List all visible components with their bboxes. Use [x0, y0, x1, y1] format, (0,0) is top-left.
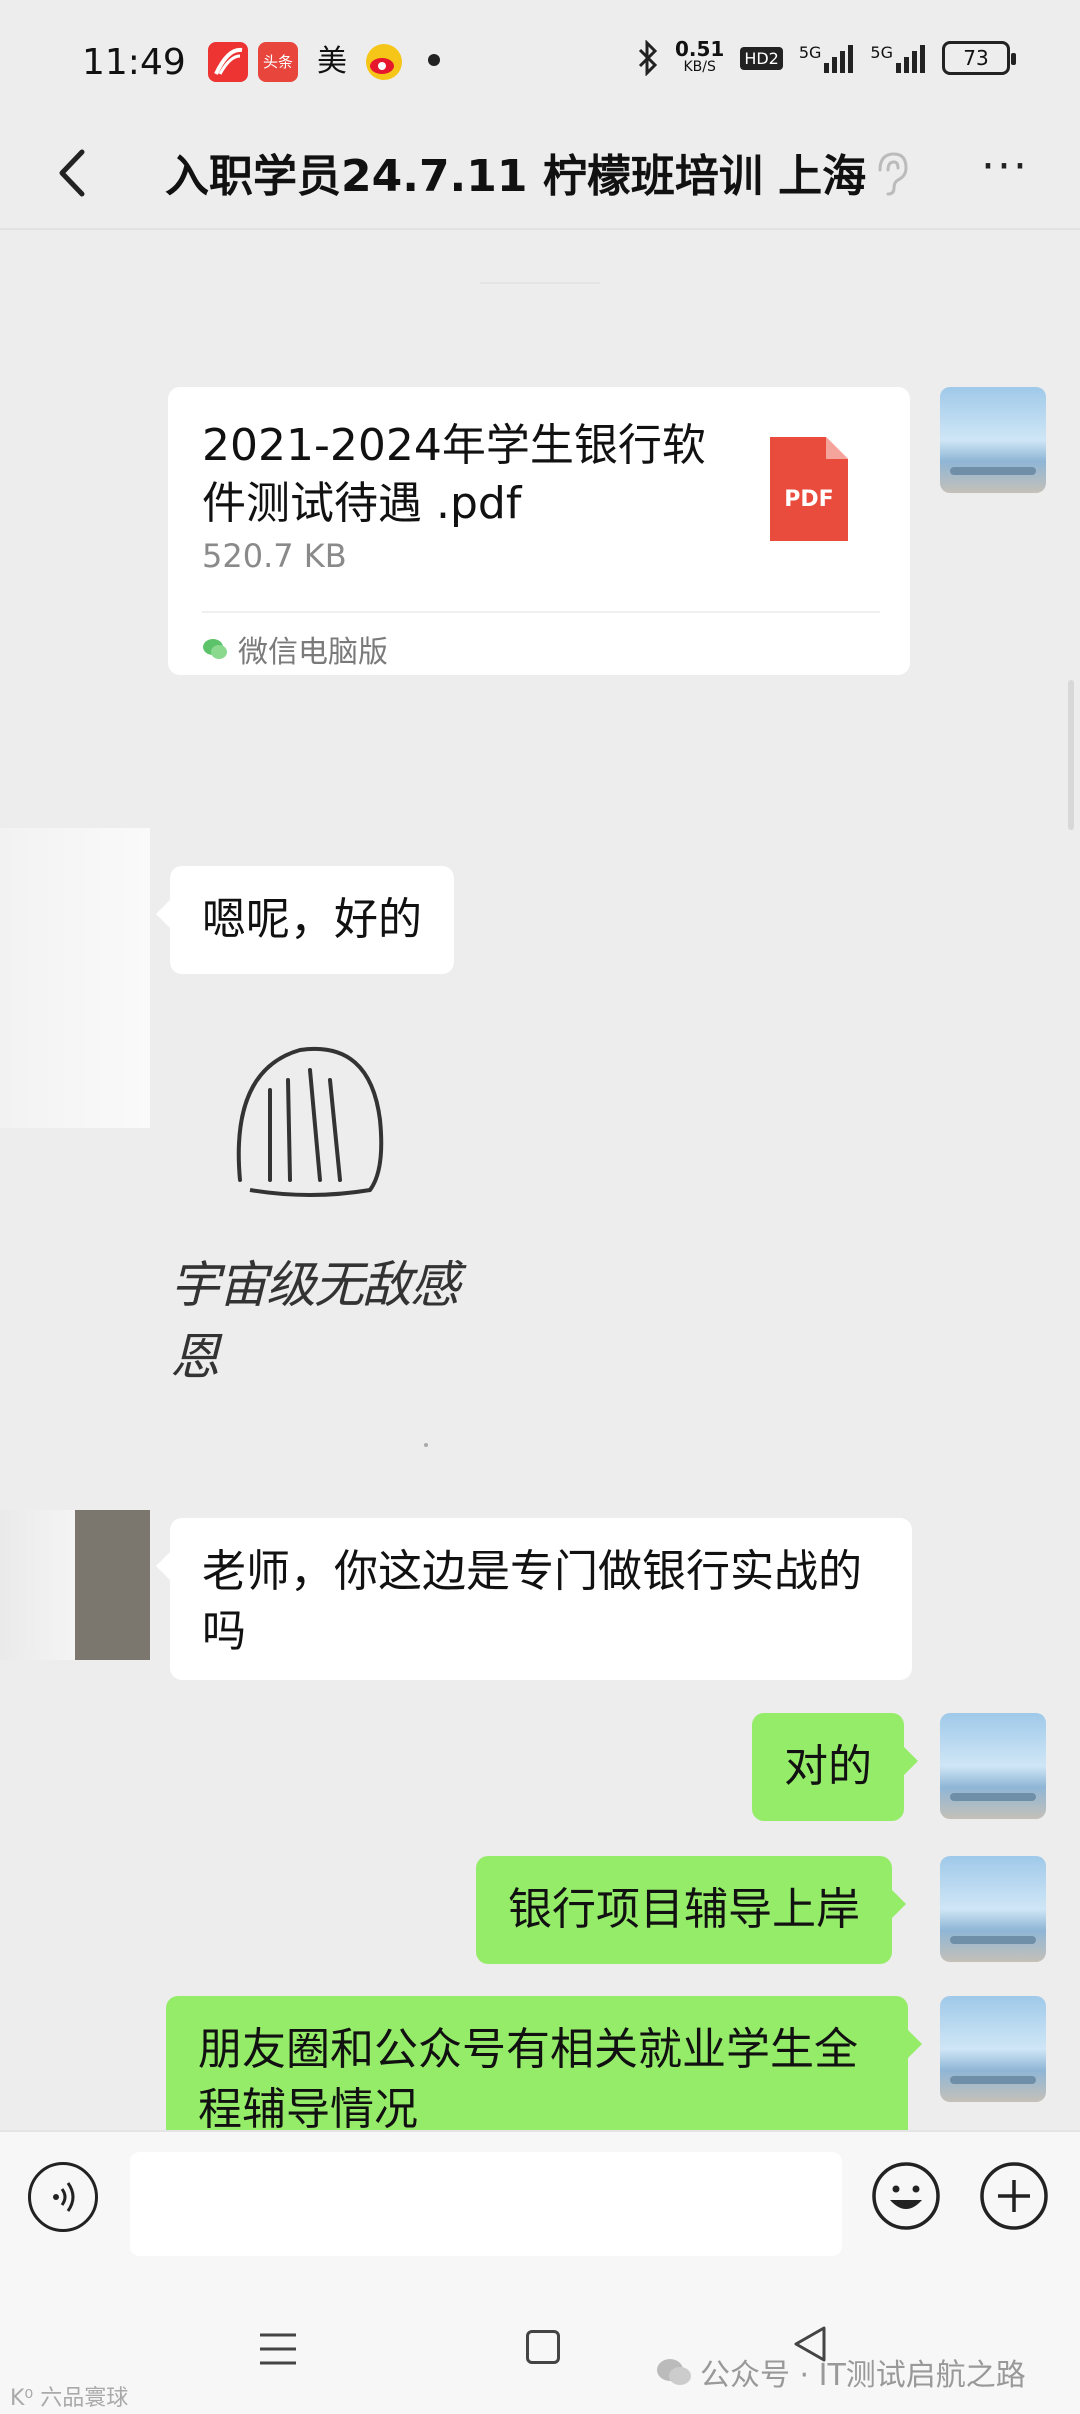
menu-icon[interactable] — [258, 2332, 298, 2366]
message-answer-project[interactable]: 银行项目辅导上岸 — [476, 1856, 906, 1964]
battery-level: 73 — [963, 46, 989, 70]
file-card-divider — [202, 611, 880, 613]
weibo-app-icon — [364, 42, 404, 82]
battery-icon: 73 — [942, 41, 1016, 75]
signal-2-label: 5G — [870, 43, 893, 62]
signal-icon-2: 5G — [870, 43, 926, 73]
message-reply-ok[interactable]: 嗯呢，好的 — [156, 866, 454, 974]
hd-badge: HD2 — [740, 46, 783, 70]
back-button[interactable] — [40, 138, 110, 208]
pdf-file-icon: PDF — [770, 437, 848, 541]
sticker-caption: 宇宙级无敌感恩 — [170, 1256, 460, 1386]
message-question[interactable]: 老师，你这边是专门做银行实战的吗 — [156, 1518, 912, 1680]
small-dot — [424, 1443, 428, 1447]
file-name: 2021-2024年学生银行软件测试待遇 .pdf — [202, 420, 706, 529]
watermark-left: K⁰ 六品寰球 — [10, 2386, 129, 2411]
bluetooth-icon — [638, 40, 658, 76]
message-input[interactable] — [130, 2152, 842, 2256]
xuexi-app-icon — [208, 42, 248, 82]
message-answer-moments[interactable]: 朋友圈和公众号有相关就业学生全程辅导情况 — [166, 1996, 922, 2130]
file-size: 520.7 KB — [202, 537, 347, 575]
home-button[interactable] — [526, 2330, 560, 2364]
status-time: 11:49 — [82, 42, 186, 83]
status-bar: 11:49 头条 美 0.51 KB/S HD2 5G 5G 73 — [0, 0, 1080, 120]
input-bar — [0, 2130, 1080, 2282]
sticker-thankful[interactable]: 宇宙级无敌感恩 — [170, 1030, 500, 1386]
toutiao-app-icon: 头条 — [258, 42, 298, 82]
chat-title: 入职学员24.7.11 柠檬班培训 上海 — [165, 151, 867, 202]
wechat-icon — [203, 639, 227, 659]
notification-dot-icon — [428, 54, 440, 66]
signal-1-label: 5G — [798, 43, 822, 62]
emoji-button[interactable] — [870, 2160, 942, 2232]
wechat-official-icon — [657, 2359, 691, 2385]
file-message-card[interactable]: 2021-2024年学生银行软件测试待遇 .pdf 520.7 KB PDF 微… — [168, 387, 910, 675]
chat-area[interactable]: 2021-2024年学生银行软件测试待遇 .pdf 520.7 KB PDF 微… — [0, 230, 1080, 2130]
message-answer-yes[interactable]: 对的 — [752, 1713, 918, 1821]
more-button[interactable]: ··· — [970, 145, 1040, 192]
file-source: 微信电脑版 — [202, 627, 388, 671]
system-nav-bar: 公众号 · IT测试启航之路 K⁰ 六品寰球 — [0, 2280, 1080, 2414]
chevron-left-icon — [59, 149, 85, 197]
message-text: 嗯呢，好的 — [202, 894, 422, 945]
avatar-self[interactable] — [940, 387, 1046, 493]
watermark: 公众号 · IT测试启航之路 — [656, 2350, 1026, 2394]
message-text: 对的 — [784, 1741, 872, 1792]
avatar-self[interactable] — [940, 1856, 1046, 1962]
signal-icon-1: 5G — [799, 43, 855, 73]
scrollbar[interactable] — [1068, 680, 1074, 830]
plus-button[interactable] — [978, 2160, 1050, 2232]
pdf-badge: PDF — [784, 487, 834, 512]
net-speed-value: 0.51 — [674, 37, 725, 61]
voice-icon — [53, 2182, 75, 2212]
voice-button[interactable] — [28, 2162, 98, 2232]
avatar-other[interactable] — [0, 828, 150, 1128]
message-text: 银行项目辅导上岸 — [508, 1884, 860, 1935]
meituan-label: 美 — [317, 44, 347, 79]
ear-icon — [870, 148, 914, 198]
avatar-other-2[interactable] — [0, 1510, 150, 1660]
avatar-self[interactable] — [940, 1713, 1046, 1819]
file-source-label: 微信电脑版 — [238, 635, 388, 670]
message-text: 老师，你这边是专门做银行实战的吗 — [202, 1546, 862, 1657]
plus-icon — [980, 2162, 1048, 2230]
avatar-self[interactable] — [940, 1996, 1046, 2102]
chat-header: 入职学员24.7.11 柠檬班培训 上海 ··· — [0, 120, 1080, 230]
net-speed: 0.51 KB/S — [674, 37, 725, 76]
emoji-icon — [872, 2162, 940, 2230]
toutiao-label: 头条 — [262, 53, 293, 71]
message-text: 朋友圈和公众号有相关就业学生全程辅导情况 — [198, 2024, 858, 2130]
meituan-app-icon: 美 — [312, 42, 352, 82]
time-divider — [480, 282, 600, 284]
sticker-drawing — [236, 1046, 384, 1197]
watermark-text: 公众号 · IT测试启航之路 — [700, 2358, 1026, 2393]
status-indicators: 0.51 KB/S HD2 5G 5G 73 — [637, 37, 1016, 76]
